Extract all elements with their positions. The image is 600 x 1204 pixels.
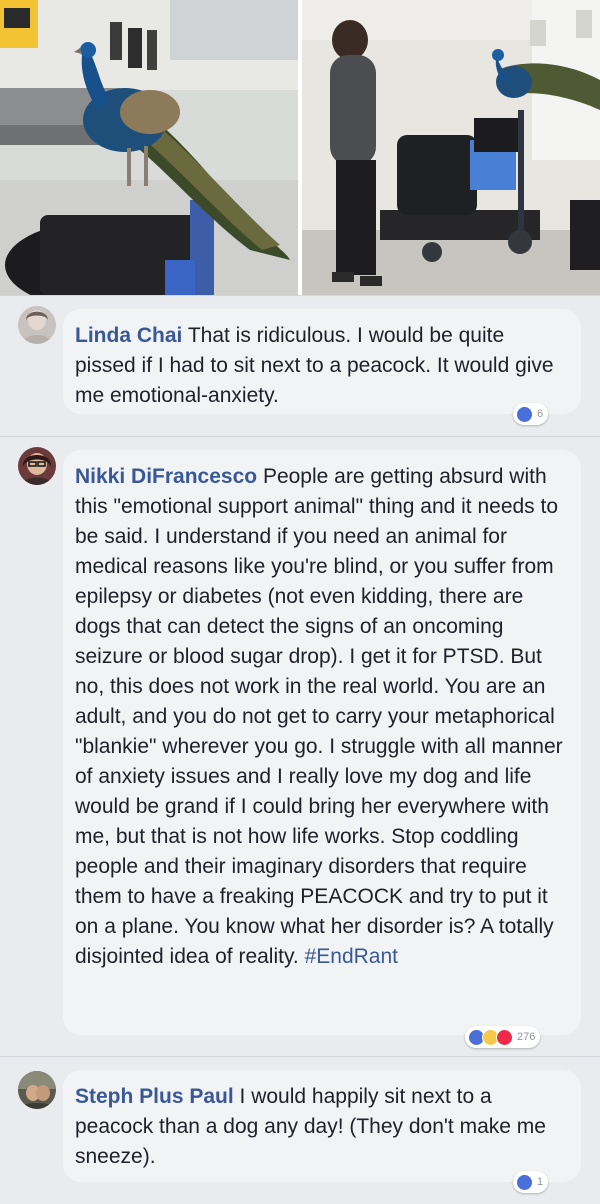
peacock-photo-right-image [302,0,600,295]
like-icon [516,405,533,423]
like-icon [516,1173,533,1191]
avatar[interactable] [18,1071,56,1109]
avatar[interactable] [18,447,56,485]
peacock-photo-baggage-claim[interactable] [0,0,298,295]
comment-bubble: Nikki DiFrancesco People are getting abs… [63,450,581,1035]
comment-text: Nikki DiFrancesco People are getting abs… [75,462,569,972]
comment-author[interactable]: Linda Chai [75,324,182,347]
photo-strip [0,0,600,295]
comment-bubble: Steph Plus Paul I would happily sit next… [63,1070,581,1182]
comment-body: People are getting absurd with this "emo… [75,465,563,968]
love-icon [496,1028,513,1046]
comment-row-3: Steph Plus Paul I would happily sit next… [0,1057,600,1204]
peacock-photo-left-image [0,0,298,295]
comment-author[interactable]: Steph Plus Paul [75,1085,234,1108]
reactions-badge[interactable]: 6 [513,403,549,425]
comment-text: Linda Chai That is ridiculous. I would b… [75,321,569,411]
reactions-count: 276 [517,1031,536,1043]
avatar[interactable] [18,306,56,344]
hashtag-link[interactable]: #EndRant [305,945,398,968]
comment-row-2: Nikki DiFrancesco People are getting abs… [0,437,600,1056]
peacock-photo-airport-cart[interactable] [302,0,600,295]
comment-row-1: Linda Chai That is ridiculous. I would b… [0,296,600,436]
comment-text: Steph Plus Paul I would happily sit next… [75,1082,569,1172]
comment-bubble: Linda Chai That is ridiculous. I would b… [63,309,581,414]
reactions-badge[interactable]: 276 [465,1026,541,1048]
reactions-count: 6 [537,408,544,420]
comment-author[interactable]: Nikki DiFrancesco [75,465,257,488]
reactions-badge[interactable]: 1 [513,1171,549,1193]
reactions-count: 1 [537,1176,544,1188]
